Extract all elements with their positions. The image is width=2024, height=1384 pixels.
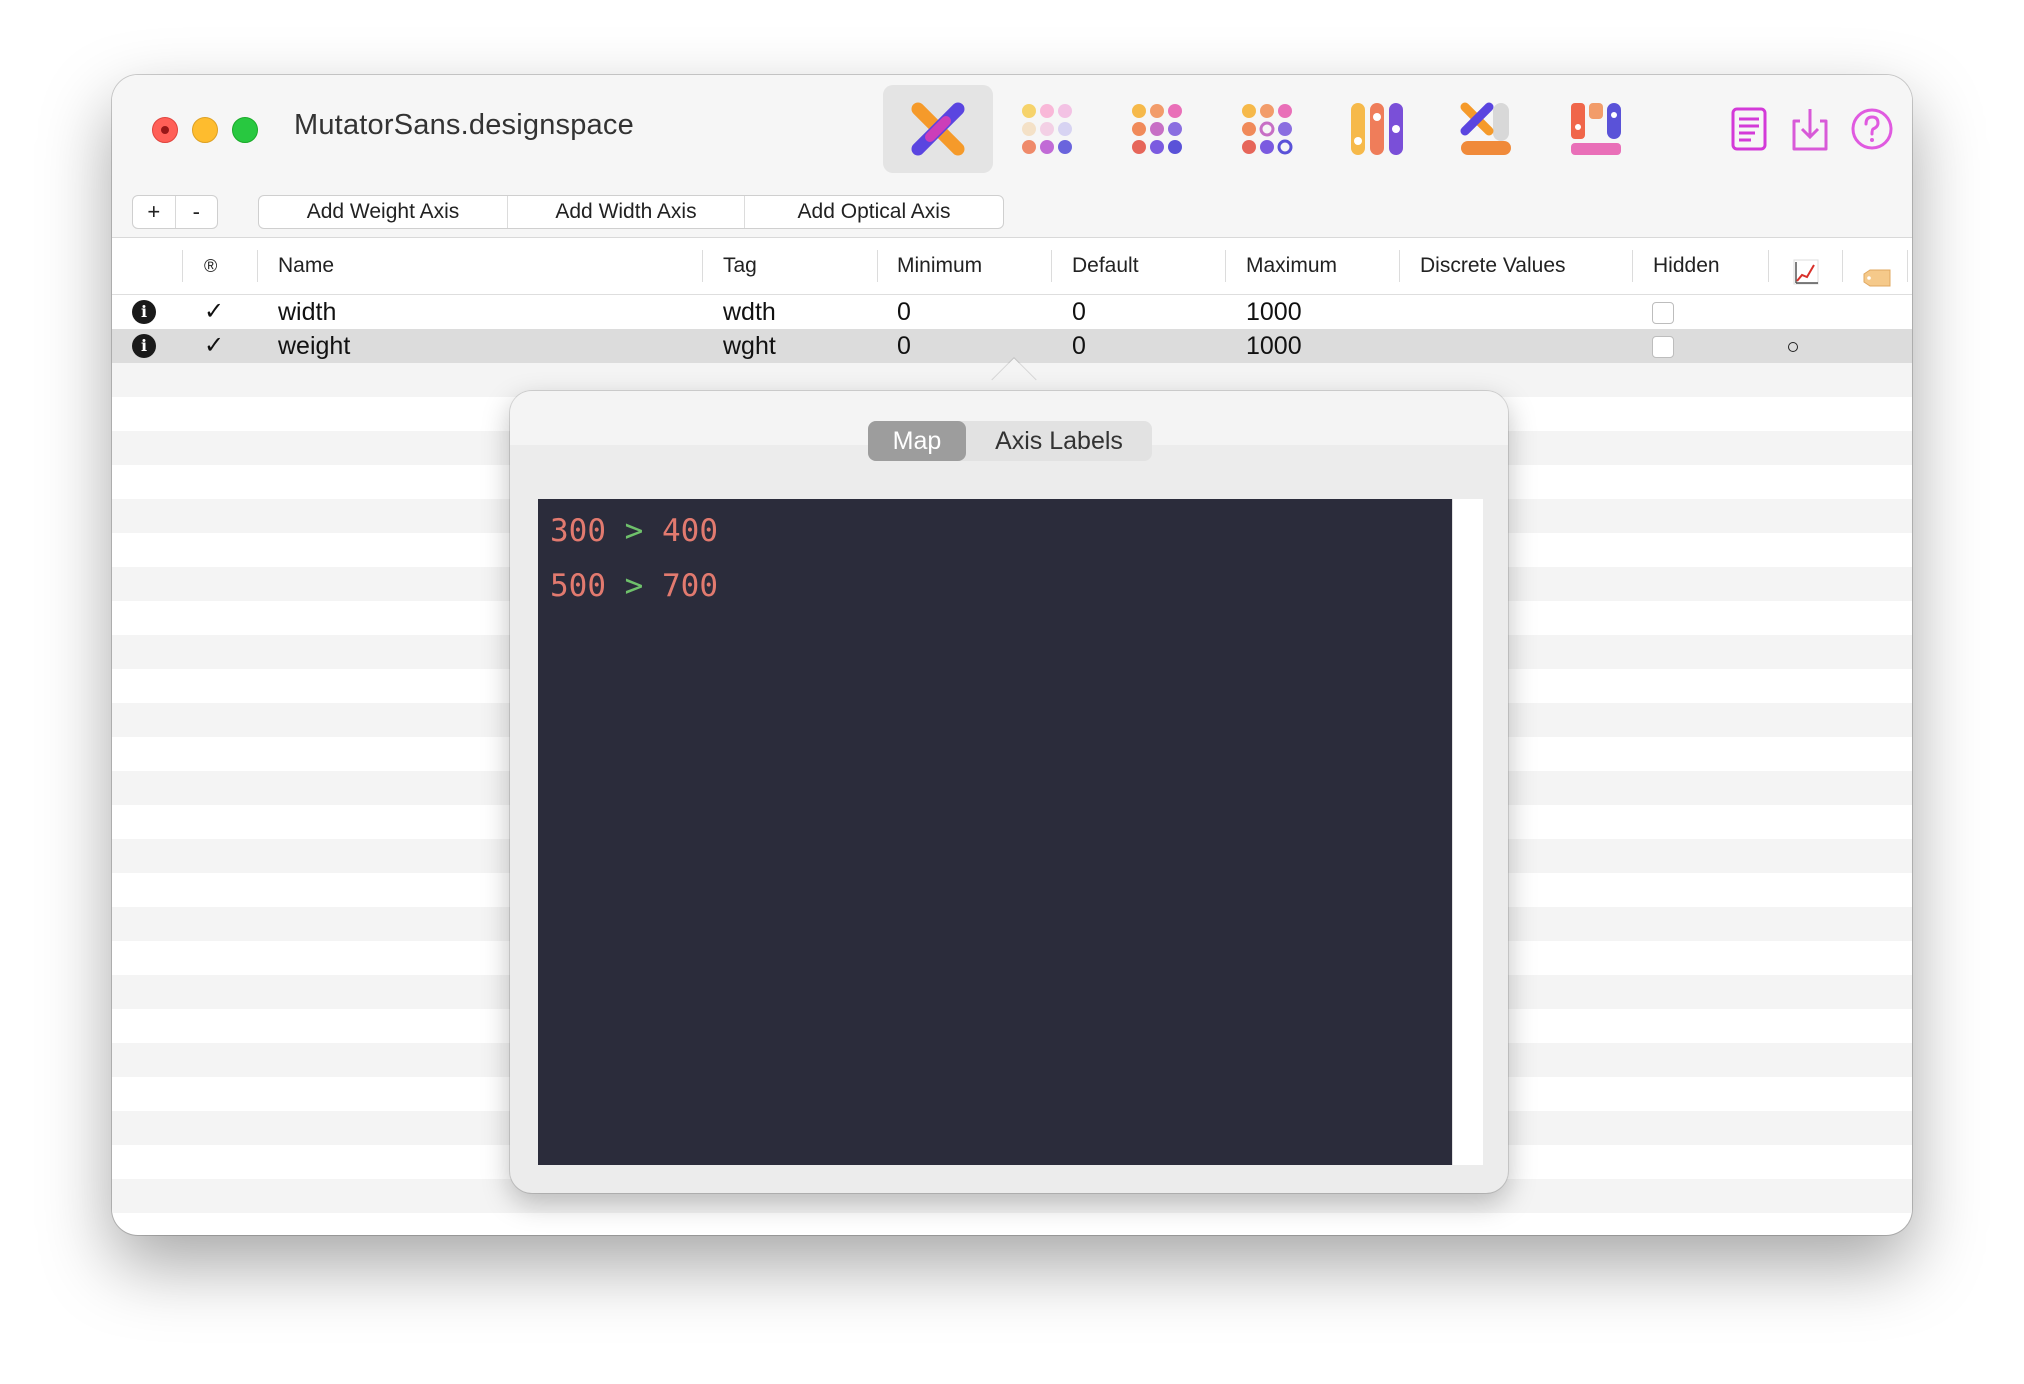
info-icon[interactable]: i <box>132 300 156 324</box>
axis-map-popover: Map Axis Labels 300 > 400 500 > 700 <box>510 391 1508 1193</box>
document-title: MutatorSans.designspace <box>294 109 634 141</box>
axis-minimum[interactable]: 0 <box>897 295 911 329</box>
hidden-checkbox[interactable] <box>1652 336 1674 358</box>
add-axis-button[interactable]: + <box>133 196 176 228</box>
registered-check[interactable]: ✓ <box>204 295 224 329</box>
hidden-checkbox[interactable] <box>1652 302 1674 324</box>
close-button[interactable] <box>152 117 178 143</box>
add-axis-segmented: Add Weight Axis Add Width Axis Add Optic… <box>258 195 1004 229</box>
axis-maximum[interactable]: 1000 <box>1246 329 1302 363</box>
column-minimum[interactable]: Minimum <box>897 238 982 294</box>
grid-blocks-icon <box>1571 103 1621 155</box>
map-from-value: 500 <box>550 568 606 604</box>
instances-dots-icon <box>1132 104 1182 154</box>
tag-label-icon <box>1863 269 1891 287</box>
axis-button-bar: + - Add Weight Axis Add Width Axis Add O… <box>112 181 1912 238</box>
column-map[interactable] <box>1792 252 1820 285</box>
column-registered[interactable]: ® <box>204 238 217 294</box>
axis-tag[interactable]: wght <box>723 329 776 363</box>
axes-x-icon <box>911 102 965 156</box>
map-to-value: 700 <box>662 568 719 604</box>
axis-name[interactable]: weight <box>278 329 350 363</box>
table-row[interactable]: i ✓ weight wght 0 0 1000 <box>112 329 1912 363</box>
bars-icon <box>1351 103 1403 155</box>
notes-icon <box>1731 107 1767 151</box>
axis-minimum[interactable]: 0 <box>897 329 911 363</box>
zoom-button[interactable] <box>232 117 258 143</box>
title-bar: MutatorSans.designspace <box>112 75 1912 182</box>
column-hidden[interactable]: Hidden <box>1653 238 1720 294</box>
stacked-x-icon <box>1460 102 1511 155</box>
column-discrete-values[interactable]: Discrete Values <box>1420 238 1566 294</box>
map-to-value: 400 <box>662 513 719 549</box>
axis-tag[interactable]: wdth <box>723 295 776 329</box>
tool-stacked-button[interactable] <box>1432 85 1542 173</box>
add-weight-axis-button[interactable]: Add Weight Axis <box>259 196 508 228</box>
add-optical-axis-button[interactable]: Add Optical Axis <box>745 196 1003 228</box>
tab-map[interactable]: Map <box>868 421 966 461</box>
column-default[interactable]: Default <box>1072 238 1139 294</box>
app-window: MutatorSans.designspace + - Add Weight A… <box>112 75 1912 1235</box>
column-labels[interactable] <box>1862 256 1892 287</box>
axis-default[interactable]: 0 <box>1072 295 1086 329</box>
map-code-editor[interactable]: 300 > 400 500 > 700 <box>538 499 1452 1165</box>
table-row[interactable]: i ✓ width wdth 0 0 1000 <box>112 295 1912 329</box>
add-remove-control: + - <box>132 195 218 229</box>
tool-bars-button[interactable] <box>1322 85 1432 173</box>
map-indicator-icon[interactable] <box>1788 342 1798 352</box>
export-button[interactable] <box>1784 103 1836 155</box>
map-from-value: 300 <box>550 513 606 549</box>
sources-dots-icon <box>1022 104 1072 154</box>
minimize-button[interactable] <box>192 117 218 143</box>
info-icon[interactable]: i <box>132 334 156 358</box>
tool-rules-button[interactable] <box>1212 85 1322 173</box>
axis-default[interactable]: 0 <box>1072 329 1086 363</box>
tool-grid-button[interactable] <box>1542 85 1652 173</box>
map-line: 500 > 700 <box>550 568 718 604</box>
column-name[interactable]: Name <box>278 238 334 294</box>
help-button[interactable] <box>1846 103 1898 155</box>
registered-check[interactable]: ✓ <box>204 329 224 363</box>
axis-maximum[interactable]: 1000 <box>1246 295 1302 329</box>
help-icon <box>1851 108 1893 150</box>
rules-dots-icon <box>1242 104 1293 155</box>
editor-scrollbar[interactable] <box>1452 499 1483 1165</box>
column-maximum[interactable]: Maximum <box>1246 238 1337 294</box>
map-line: 300 > 400 <box>550 513 718 549</box>
notes-button[interactable] <box>1723 103 1775 155</box>
column-tag[interactable]: Tag <box>723 238 757 294</box>
table-header: ® Name Tag Minimum Default Maximum Discr… <box>112 238 1912 295</box>
map-arrow: > <box>624 568 644 604</box>
tool-sources-button[interactable] <box>992 85 1102 173</box>
axis-name[interactable]: width <box>278 295 336 329</box>
tab-axis-labels[interactable]: Axis Labels <box>966 421 1152 461</box>
popover-tabs: Map Axis Labels <box>868 421 1152 461</box>
remove-axis-button[interactable]: - <box>176 196 218 228</box>
map-arrow: > <box>624 513 644 549</box>
export-download-icon <box>1792 109 1828 151</box>
tool-instances-button[interactable] <box>1102 85 1212 173</box>
tool-axes-button[interactable] <box>883 85 993 173</box>
chart-line-icon <box>1793 259 1819 285</box>
add-width-axis-button[interactable]: Add Width Axis <box>508 196 745 228</box>
